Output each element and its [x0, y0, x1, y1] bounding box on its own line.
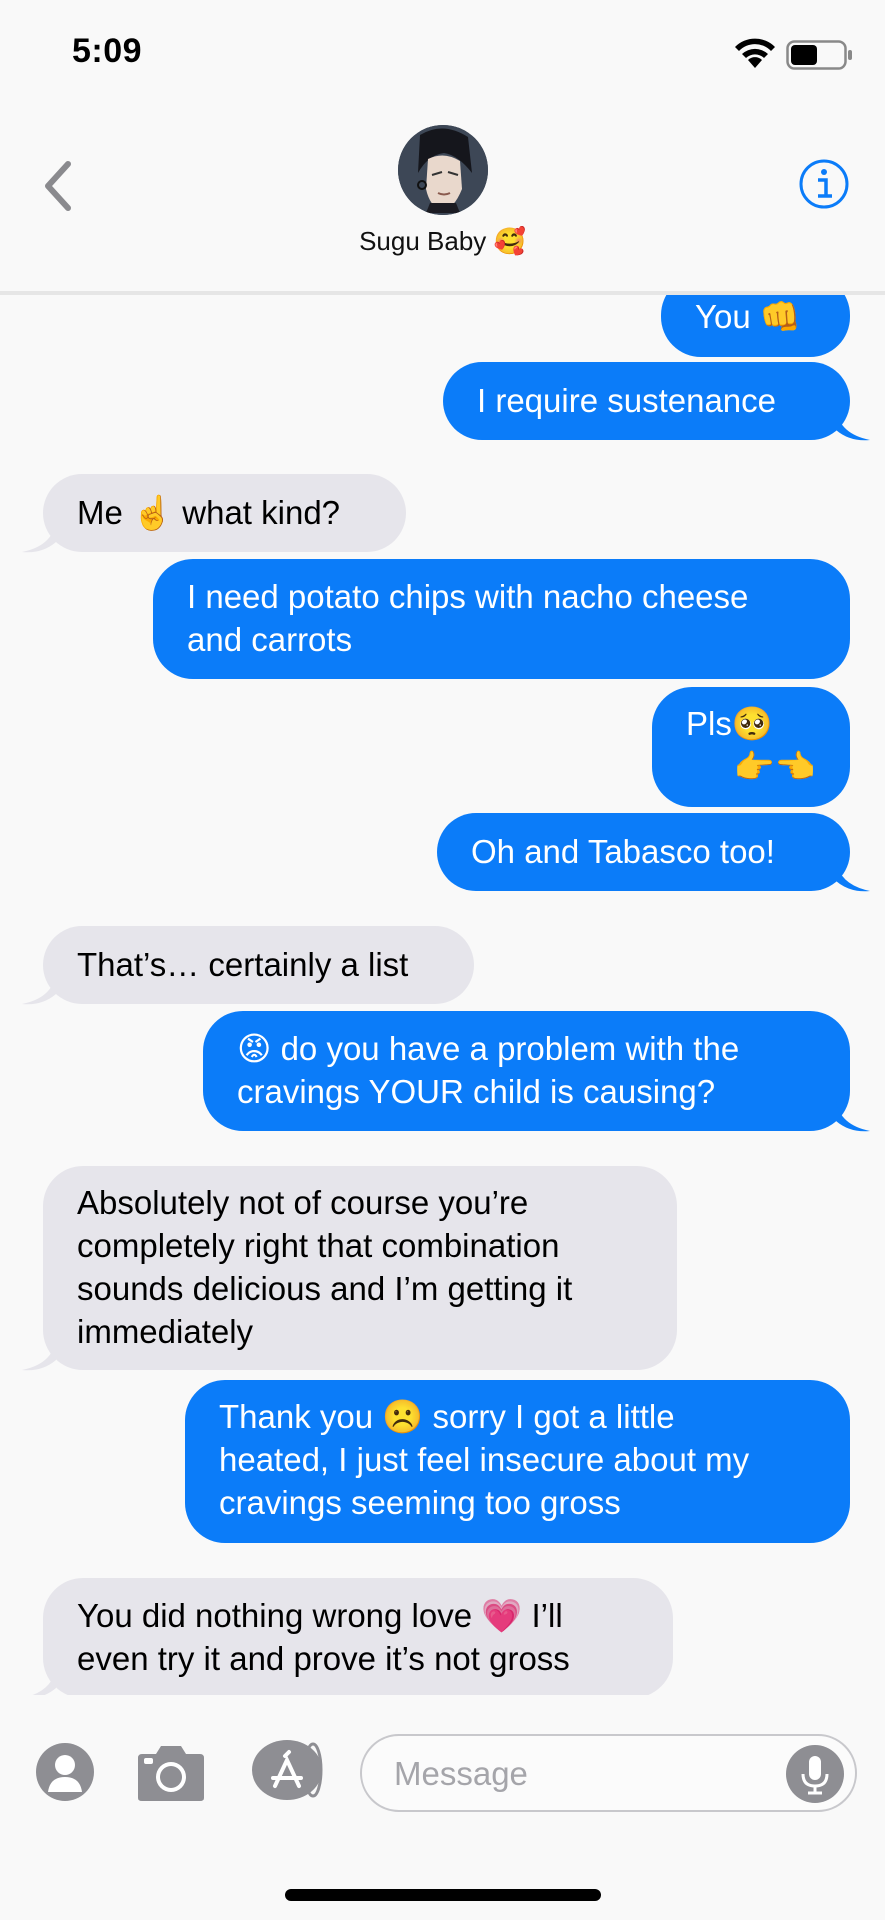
camera-icon[interactable] — [134, 1744, 208, 1802]
message-bubble-outgoing[interactable]: Thank you ☹️ sorry I got a little heated… — [185, 1380, 850, 1543]
message-field[interactable] — [360, 1734, 857, 1812]
message-text: 👉👈 — [733, 748, 816, 785]
bubble-tail — [836, 861, 870, 892]
message-bubble-outgoing[interactable]: I need potato chips with nacho cheese an… — [153, 559, 850, 679]
message-text: Oh and Tabasco too! — [471, 833, 775, 870]
app-store-icon[interactable] — [251, 1738, 331, 1802]
message-composer — [0, 1706, 885, 1920]
message-text: heated, I just feel insecure about my — [219, 1441, 750, 1478]
message-bubble-incoming[interactable]: That’s… certainly a list — [43, 926, 474, 1004]
message-text: Me ☝️ what kind? — [77, 494, 341, 531]
contact-avatar[interactable] — [398, 125, 488, 215]
message-text: cravings YOUR child is causing? — [237, 1073, 716, 1110]
message-text: You 👊 — [695, 298, 801, 335]
avatar-image — [398, 125, 488, 215]
message-bubble-incoming[interactable]: Me ☝️ what kind? — [43, 474, 406, 552]
message-list[interactable]: You 👊 I require sustenance Me ☝️ what ki… — [0, 295, 885, 1695]
message-bubble-outgoing[interactable]: Pls🥺 👉👈 — [652, 687, 850, 807]
message-text: and carrots — [187, 621, 353, 658]
chevron-left-icon[interactable] — [40, 160, 76, 212]
message-bubble-outgoing[interactable]: You 👊 — [661, 295, 850, 357]
battery-icon — [786, 40, 852, 70]
bubble-tail — [22, 974, 56, 1005]
status-bar: 5:09 — [0, 0, 885, 110]
wifi-icon — [735, 38, 775, 68]
contact-name[interactable]: Sugu Baby 🥰 — [0, 226, 885, 257]
message-text: Thank you ☹️ sorry I got a little — [219, 1398, 675, 1435]
bubble-tail — [22, 1340, 56, 1371]
message-text: sounds delicious and I’m getting it — [77, 1270, 573, 1307]
message-text: That’s… certainly a list — [77, 946, 409, 983]
message-text: You did nothing wrong love 💗 I’ll — [77, 1597, 563, 1634]
message-text: even try it and prove it’s not gross — [77, 1640, 570, 1677]
message-text: Absolutely not of course you’re — [77, 1184, 529, 1221]
info-icon[interactable] — [798, 158, 850, 210]
bubble-tail — [22, 522, 56, 553]
message-text: I require sustenance — [477, 382, 777, 419]
person-icon[interactable] — [35, 1742, 95, 1802]
message-bubble-outgoing[interactable]: I require sustenance — [443, 362, 850, 440]
message-text: completely right that combination — [77, 1227, 560, 1264]
message-bubble-outgoing[interactable]: 😡 do you have a problem with the craving… — [203, 1011, 850, 1131]
message-bubble-outgoing[interactable]: Oh and Tabasco too! — [437, 813, 850, 891]
microphone-icon[interactable] — [785, 1744, 845, 1804]
bubble-tail — [836, 1101, 870, 1132]
bubble-tail — [32, 1668, 56, 1695]
conversation-header: Sugu Baby 🥰 — [0, 110, 885, 295]
message-text: immediately — [77, 1313, 254, 1350]
message-text: Pls🥺 — [686, 705, 773, 742]
message-bubble-incoming[interactable]: You did nothing wrong love 💗 I’ll even t… — [43, 1578, 673, 1695]
message-text: 😡 do you have a problem with the — [237, 1030, 740, 1067]
message-input[interactable] — [392, 1750, 776, 1798]
bubble-tail — [836, 410, 870, 441]
message-bubble-incoming[interactable]: Absolutely not of course you’re complete… — [43, 1166, 677, 1370]
status-time: 5:09 — [72, 32, 143, 70]
message-text: I need potato chips with nacho cheese — [187, 578, 749, 615]
message-text: cravings seeming too gross — [219, 1484, 621, 1521]
home-indicator[interactable] — [285, 1889, 601, 1901]
